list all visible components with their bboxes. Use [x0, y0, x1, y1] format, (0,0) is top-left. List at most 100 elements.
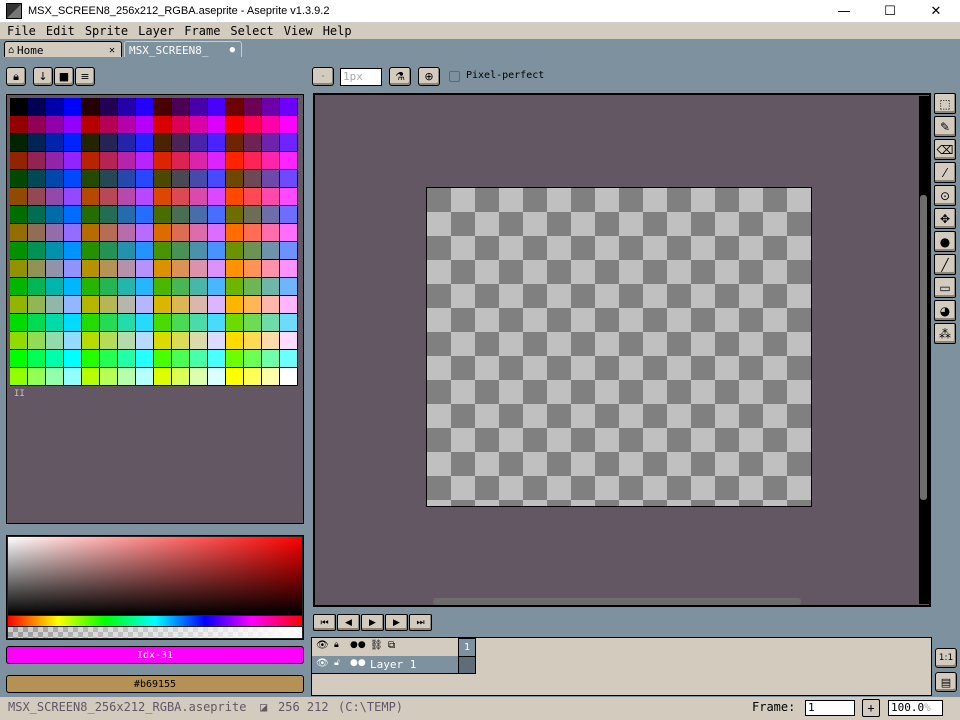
palette-swatch[interactable] [46, 368, 64, 386]
palette-swatch[interactable] [154, 98, 172, 116]
palette-swatch[interactable] [190, 350, 208, 368]
palette-swatch[interactable] [226, 260, 244, 278]
palette-menu-button[interactable]: ≡ [75, 67, 95, 86]
palette-swatch[interactable] [244, 224, 262, 242]
palette-lock-button[interactable]: 🔒︎ [6, 67, 26, 86]
palette-swatch[interactable] [172, 152, 190, 170]
palette-swatch[interactable] [64, 296, 82, 314]
menu-layer[interactable]: Layer [133, 23, 179, 40]
palette-swatch[interactable] [118, 224, 136, 242]
palette-swatch[interactable] [100, 260, 118, 278]
palette-swatch[interactable] [10, 278, 28, 296]
palette-swatch[interactable] [226, 332, 244, 350]
palette-swatch[interactable] [46, 152, 64, 170]
palette-swatch[interactable] [100, 116, 118, 134]
palette-swatch[interactable] [82, 134, 100, 152]
palette-swatch[interactable] [10, 206, 28, 224]
background-color-button[interactable]: #b69155 [6, 675, 304, 693]
palette-swatch[interactable] [28, 98, 46, 116]
palette-swatch[interactable] [64, 260, 82, 278]
palette-swatch[interactable] [82, 296, 100, 314]
palette-swatch[interactable] [280, 242, 298, 260]
zoom-reset-button[interactable]: 1:1 [935, 648, 957, 668]
palette-swatch[interactable] [10, 134, 28, 152]
palette-swatch[interactable] [100, 296, 118, 314]
palette-swatch[interactable] [190, 224, 208, 242]
palette-swatch[interactable] [172, 170, 190, 188]
palette-swatch[interactable] [190, 278, 208, 296]
palette-swatch[interactable] [10, 170, 28, 188]
palette-swatch[interactable] [208, 116, 226, 134]
hue-slider[interactable] [8, 616, 302, 626]
palette-swatch[interactable] [10, 332, 28, 350]
palette-swatch[interactable] [172, 350, 190, 368]
palette-swatch[interactable] [226, 152, 244, 170]
palette-swatch[interactable] [118, 116, 136, 134]
palette-swatch[interactable] [64, 170, 82, 188]
vertical-scrollbar-thumb[interactable] [920, 195, 927, 500]
palette-swatch[interactable] [154, 242, 172, 260]
palette-swatch[interactable] [208, 188, 226, 206]
lock-header-icon[interactable]: 🔒︎ [334, 640, 339, 650]
palette-swatch[interactable] [226, 314, 244, 332]
palette-swatch[interactable] [262, 278, 280, 296]
pencil-tool-button[interactable]: ✎ [934, 116, 956, 137]
palette-swatch[interactable] [82, 350, 100, 368]
palette-swatch[interactable] [136, 278, 154, 296]
palette-swatch[interactable] [280, 224, 298, 242]
foreground-color-button[interactable]: Idx-31 [6, 646, 304, 664]
palette-swatch[interactable] [28, 188, 46, 206]
palette-swatch[interactable] [190, 98, 208, 116]
palette-swatch[interactable] [208, 368, 226, 386]
palette-swatch[interactable] [100, 224, 118, 242]
palette-swatch[interactable] [136, 368, 154, 386]
palette-swatch[interactable] [46, 98, 64, 116]
visibility-eye-icon[interactable]: 👁︎ [316, 640, 329, 651]
layer-name[interactable]: Layer 1 [370, 658, 416, 671]
brush-size-input[interactable]: 1px [340, 68, 382, 86]
palette-swatch[interactable] [244, 332, 262, 350]
palette-swatch[interactable] [100, 170, 118, 188]
palette-swatch[interactable] [100, 134, 118, 152]
palette-swatch[interactable] [28, 314, 46, 332]
palette-swatch[interactable] [100, 278, 118, 296]
palette-swatch[interactable] [172, 242, 190, 260]
rectangle-tool-button[interactable]: ▭ [934, 277, 956, 298]
palette-swatch[interactable] [136, 116, 154, 134]
palette-grid[interactable] [10, 98, 298, 386]
palette-swatch[interactable] [190, 368, 208, 386]
palette-swatch[interactable] [118, 170, 136, 188]
palette-swatch[interactable] [172, 260, 190, 278]
palette-swatch[interactable] [244, 170, 262, 188]
palette-swatch[interactable] [154, 350, 172, 368]
palette-swatch[interactable] [64, 332, 82, 350]
palette-swatch[interactable] [226, 188, 244, 206]
palette-swatch[interactable] [262, 368, 280, 386]
palette-swatch[interactable] [82, 260, 100, 278]
palette-swatch[interactable] [244, 206, 262, 224]
palette-swatch[interactable] [10, 296, 28, 314]
last-frame-button[interactable]: ⏭ [409, 614, 432, 631]
layer-onion-icon[interactable]: ●● [350, 658, 366, 668]
palette-swatch[interactable] [136, 134, 154, 152]
palette-swatch[interactable] [46, 332, 64, 350]
zoom-tool-button[interactable]: ⊙ [934, 185, 956, 206]
menu-select[interactable]: Select [225, 23, 278, 40]
maximize-button[interactable]: ☐ [867, 0, 913, 23]
palette-swatch[interactable] [10, 188, 28, 206]
palette-swatch[interactable] [28, 116, 46, 134]
palette-swatch[interactable] [28, 170, 46, 188]
palette-swatch[interactable] [244, 188, 262, 206]
menu-frame[interactable]: Frame [179, 23, 225, 40]
palette-swatch[interactable] [154, 278, 172, 296]
palette-swatch[interactable] [190, 134, 208, 152]
menu-file[interactable]: File [2, 23, 41, 40]
palette-swatch[interactable] [226, 134, 244, 152]
palette-swatch[interactable] [46, 206, 64, 224]
palette-swatch[interactable] [28, 206, 46, 224]
palette-swatch[interactable] [244, 314, 262, 332]
palette-swatch[interactable] [64, 152, 82, 170]
minimize-button[interactable]: — [821, 0, 867, 23]
palette-swatch[interactable] [244, 368, 262, 386]
palette-swatch[interactable] [154, 170, 172, 188]
